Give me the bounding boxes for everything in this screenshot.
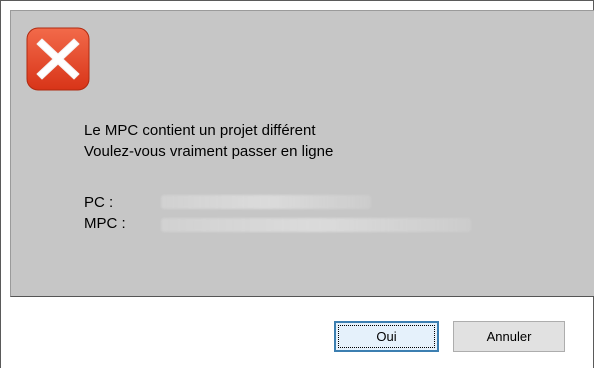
message-line-1: Le MPC contient un projet différent	[84, 122, 316, 139]
cancel-button[interactable]: Annuler	[453, 321, 565, 352]
message-panel: Le MPC contient un projet différent Voul…	[10, 10, 594, 297]
mpc-label: MPC :	[84, 215, 126, 232]
pc-project-redacted	[161, 195, 371, 209]
error-x-icon	[26, 27, 90, 91]
focus-ring	[338, 325, 435, 348]
error-dialog: Le MPC contient un projet différent Voul…	[0, 0, 594, 368]
message-line-2: Voulez-vous vraiment passer en ligne	[84, 143, 334, 160]
mpc-project-redacted	[161, 218, 471, 232]
pc-label: PC :	[84, 194, 114, 211]
cancel-button-label: Annuler	[486, 329, 532, 344]
yes-button[interactable]: Oui	[334, 321, 439, 352]
